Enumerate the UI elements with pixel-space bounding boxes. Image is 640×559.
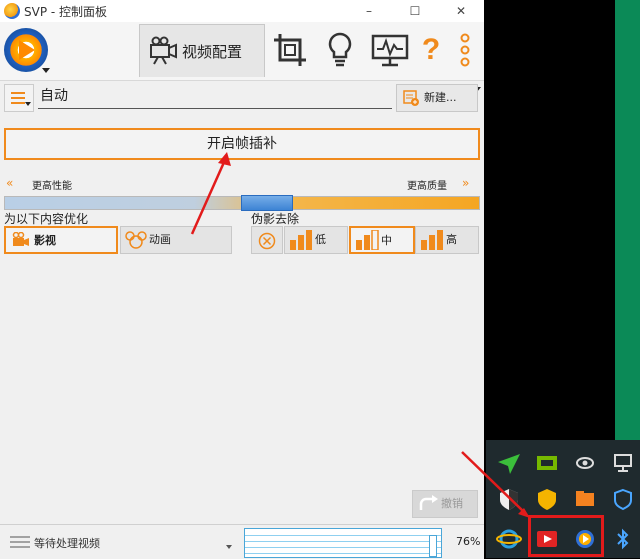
profile-row: 自动 新建... — [4, 84, 480, 112]
artifact-high-button[interactable]: 高 — [415, 226, 479, 254]
profile-name-field[interactable]: 自动 — [38, 84, 392, 109]
bars-low-icon — [290, 230, 312, 250]
bars-medium-icon — [356, 230, 379, 250]
maximize-button[interactable]: ☐ — [392, 0, 438, 22]
load-percent: 76% — [456, 535, 481, 548]
new-profile-label: 新建... — [424, 91, 457, 104]
list-icon — [10, 536, 30, 548]
slider-right-label: 更高质量 — [407, 181, 447, 192]
tray-folder-icon[interactable] — [570, 484, 600, 514]
desktop-edge — [615, 0, 640, 440]
tab-video-label: 视频配置 — [182, 43, 243, 61]
tray-shield-icon[interactable] — [494, 484, 524, 514]
svp-logo-menu[interactable] — [4, 28, 50, 73]
monitor-icon[interactable] — [368, 28, 412, 72]
toolbar: 视频配置 ? — [0, 22, 484, 92]
double-right-arrow-icon: » — [462, 176, 470, 190]
status-chevron-icon — [226, 545, 232, 549]
title-bar: SVP - 控制面板 – ☐ ✕ — [0, 0, 484, 22]
status-bar: 等待处理视频 76% — [0, 524, 484, 559]
close-circle-icon — [258, 232, 276, 250]
new-profile-icon — [403, 90, 419, 106]
tray-satellite-icon[interactable] — [570, 448, 600, 478]
artifact-medium-label: 中 — [381, 234, 392, 247]
double-left-arrow-icon: « — [6, 176, 14, 190]
bars-high-icon — [421, 230, 443, 250]
quality-slider-track[interactable] — [4, 195, 480, 211]
tray-security-icon[interactable] — [532, 484, 562, 514]
tray-defender-icon[interactable] — [608, 484, 638, 514]
artifact-low-button[interactable]: 低 — [284, 226, 348, 254]
optimize-film-button[interactable]: 影视 — [4, 226, 118, 254]
undo-label: 撤销 — [441, 497, 463, 510]
profile-menu-button[interactable] — [4, 84, 34, 112]
slider-labels: « 更高性能 更高质量 » — [4, 176, 480, 192]
video-camera-icon — [150, 36, 177, 65]
lightbulb-icon[interactable] — [318, 28, 362, 72]
slider-left-label: 更高性能 — [32, 181, 72, 192]
tab-video-settings[interactable]: 视频配置 — [139, 24, 265, 77]
undo-button[interactable]: 撤销 — [412, 490, 478, 518]
close-button[interactable]: ✕ — [438, 0, 484, 22]
minimize-button[interactable]: – — [346, 0, 392, 22]
crop-icon[interactable] — [268, 28, 312, 72]
artifact-medium-button[interactable]: 中 — [349, 226, 415, 254]
tray-green-arrow-icon[interactable] — [494, 448, 524, 478]
tray-nvidia-icon[interactable] — [532, 448, 562, 478]
play-icon — [19, 40, 35, 60]
artifact-off-button[interactable] — [251, 226, 283, 254]
tray-bluetooth-icon[interactable] — [608, 524, 638, 554]
window-title: SVP - 控制面板 — [24, 5, 108, 19]
hamburger-icon — [11, 92, 25, 94]
status-text: 等待处理视频 — [34, 537, 100, 550]
tray-network-icon[interactable] — [608, 448, 638, 478]
film-camera-icon — [12, 232, 29, 246]
quality-slider-thumb[interactable] — [241, 195, 293, 211]
svp-window: SVP - 控制面板 – ☐ ✕ 视频配置 ? 自动 新建... 开启帧插补 «… — [0, 0, 484, 559]
tray-ie-icon[interactable] — [494, 524, 524, 554]
new-profile-button[interactable]: 新建... — [396, 84, 478, 112]
mouse-ears-icon — [125, 231, 147, 249]
artifact-low-label: 低 — [315, 233, 326, 246]
optimize-label: 为以下内容优化 — [4, 212, 89, 226]
optimize-anime-button[interactable]: 动画 — [120, 226, 232, 254]
optimize-anime-label: 动画 — [149, 233, 171, 246]
more-icon[interactable] — [450, 28, 480, 72]
app-icon — [4, 3, 20, 19]
chevron-down-icon — [42, 68, 50, 73]
help-icon[interactable]: ? — [418, 28, 444, 72]
undo-icon — [419, 495, 438, 510]
highlight-box — [528, 515, 604, 557]
artifact-high-label: 高 — [446, 233, 457, 246]
enable-frame-interpolation-button[interactable]: 开启帧插补 — [4, 128, 480, 160]
artifact-label: 伪影去除 — [251, 212, 300, 226]
desktop-background — [484, 0, 615, 420]
cpu-load-graph — [244, 528, 442, 558]
optimize-film-label: 影视 — [34, 234, 56, 247]
